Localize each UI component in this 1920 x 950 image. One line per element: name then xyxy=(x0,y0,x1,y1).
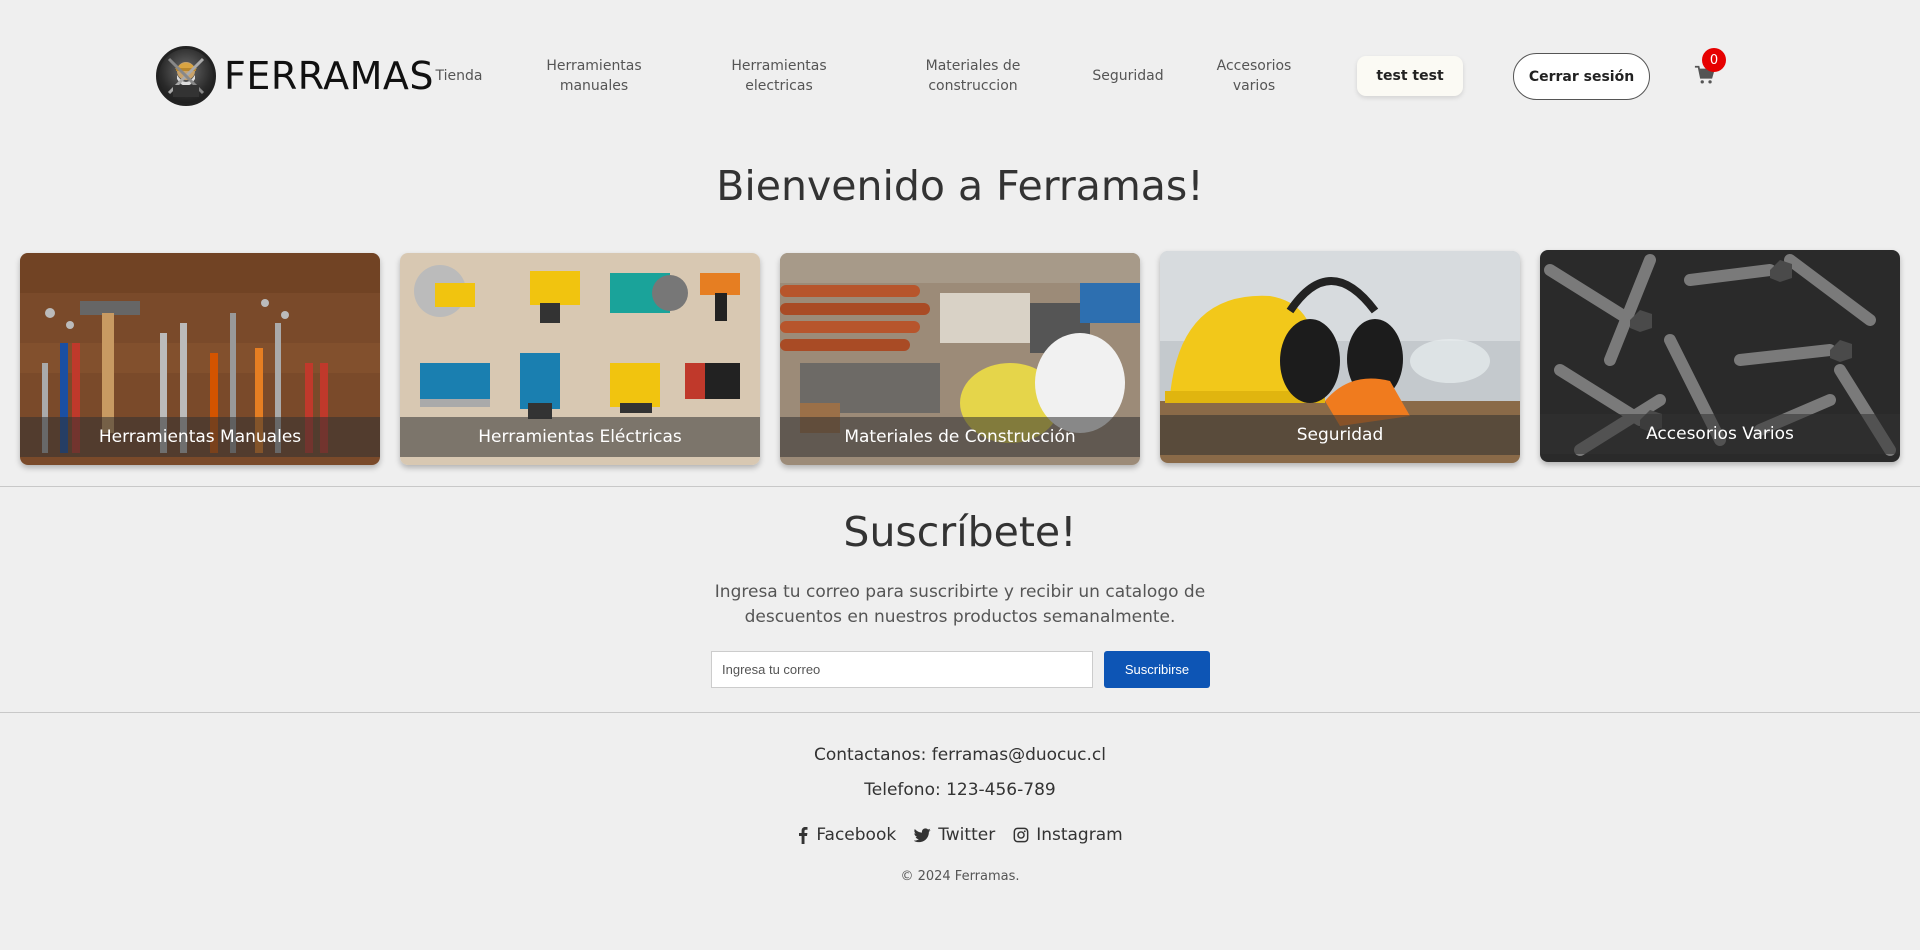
facebook-icon xyxy=(799,827,808,844)
category-label: Herramientas Manuales xyxy=(20,417,380,457)
category-label: Materiales de Construcción xyxy=(780,417,1140,457)
twitter-link[interactable]: Twitter xyxy=(914,825,995,845)
category-card-herramientas-electricas[interactable]: Herramientas Eléctricas xyxy=(400,253,760,465)
category-label: Accesorios Varios xyxy=(1540,414,1900,454)
facebook-link[interactable]: Facebook xyxy=(797,825,896,845)
logo-text: FERRAMAS xyxy=(224,54,435,98)
footer-phone: Telefono: 123-456-789 xyxy=(864,780,1056,800)
subscribe-title: Suscríbete! xyxy=(843,508,1077,556)
category-label: Seguridad xyxy=(1160,415,1520,455)
site-header: FERRAMAS Tienda Herramientas manuales He… xyxy=(0,0,1920,152)
site-logo[interactable]: FERRAMAS xyxy=(156,46,434,106)
nav-materiales-construccion[interactable]: Materiales de construccion xyxy=(918,56,1028,96)
section-divider xyxy=(0,712,1920,713)
instagram-label: Instagram xyxy=(1036,825,1123,845)
twitter-icon xyxy=(914,827,931,842)
instagram-icon xyxy=(1013,827,1029,843)
social-links: Facebook Twitter Instagram xyxy=(0,825,1920,845)
twitter-label: Twitter xyxy=(938,825,996,845)
category-label: Herramientas Eléctricas xyxy=(400,417,760,457)
category-cards: Herramientas Manuales Herramientas Eléct… xyxy=(0,250,1920,470)
instagram-link[interactable]: Instagram xyxy=(1013,825,1123,845)
category-card-materiales-construccion[interactable]: Materiales de Construcción xyxy=(780,253,1140,465)
nav-herramientas-manuales[interactable]: Herramientas manuales xyxy=(537,56,651,96)
footer-contact: Contactanos: ferramas@duocuc.cl xyxy=(813,745,1106,765)
nav-herramientas-electricas[interactable]: Herramientas electricas xyxy=(712,56,846,96)
section-divider xyxy=(0,486,1920,487)
welcome-title: Bienvenido a Ferramas! xyxy=(716,162,1204,210)
nav-tienda[interactable]: Tienda xyxy=(430,66,488,86)
cart-count-badge: 0 xyxy=(1702,48,1726,72)
nav-accesorios-varios[interactable]: Accesorios varios xyxy=(1206,56,1302,96)
facebook-label: Facebook xyxy=(816,825,897,845)
subscribe-email-input[interactable] xyxy=(711,651,1093,688)
category-card-seguridad[interactable]: Seguridad xyxy=(1160,251,1520,463)
category-card-herramientas-manuales[interactable]: Herramientas Manuales xyxy=(20,253,380,465)
logo-emblem-icon xyxy=(156,46,216,106)
copyright: © 2024 Ferramas. xyxy=(900,869,1020,884)
logout-button[interactable]: Cerrar sesión xyxy=(1513,53,1650,100)
category-card-accesorios-varios[interactable]: Accesorios Varios xyxy=(1540,250,1900,462)
subscribe-button[interactable]: Suscribirse xyxy=(1104,651,1210,688)
nav-seguridad[interactable]: Seguridad xyxy=(1088,66,1168,86)
subscribe-description: Ingresa tu correo para suscribirte y rec… xyxy=(714,582,1206,627)
user-menu-button[interactable]: test test xyxy=(1357,56,1463,96)
